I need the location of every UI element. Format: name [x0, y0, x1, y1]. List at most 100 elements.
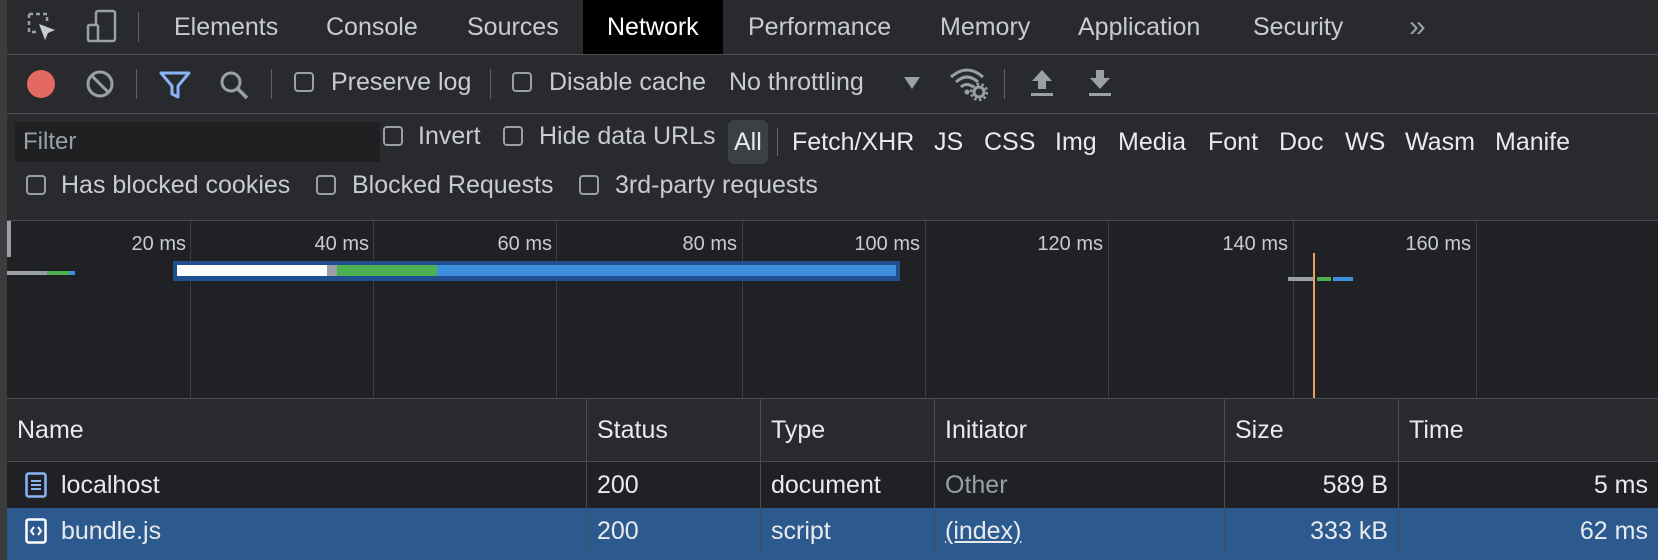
filter-type-img[interactable]: Img — [1049, 120, 1103, 164]
filter-type-ws[interactable]: WS — [1339, 120, 1391, 164]
toolbar-divider — [490, 69, 491, 99]
timeline-tick-label: 140 ms — [1222, 233, 1288, 255]
network-overview-timeline[interactable]: 20 ms 40 ms 60 ms 80 ms 100 ms 120 ms 14… — [7, 221, 1658, 399]
timeline-tick-label: 160 ms — [1405, 233, 1471, 255]
blocked-requests-checkbox[interactable] — [316, 175, 336, 195]
devtools-network-panel: Elements Console Sources Network Perform… — [7, 0, 1658, 560]
timeline-gridline — [925, 221, 926, 398]
column-header-type[interactable]: Type — [761, 399, 935, 461]
toolbar-divider — [1004, 69, 1005, 99]
timeline-bar-bundle-download — [437, 265, 896, 276]
cell-initiator: Other — [935, 462, 1225, 508]
tab-application[interactable]: Application — [1054, 0, 1224, 54]
filter-type-fetch-xhr[interactable]: Fetch/XHR — [786, 120, 920, 164]
timeline-gridline — [556, 221, 557, 398]
timeline-tick-label: 100 ms — [854, 233, 920, 255]
cell-size: 333 kB — [1225, 508, 1399, 554]
timeline-gridline — [1476, 221, 1477, 398]
column-header-name[interactable]: Name — [7, 399, 587, 461]
column-header-time[interactable]: Time — [1399, 399, 1658, 461]
tab-memory[interactable]: Memory — [916, 0, 1054, 54]
timeline-bar-localhost-download — [69, 271, 75, 275]
filter-type-font[interactable]: Font — [1202, 120, 1264, 164]
import-har-icon[interactable] — [1028, 67, 1056, 99]
disable-cache-checkbox[interactable] — [512, 72, 532, 92]
tabbar-divider — [138, 12, 139, 42]
timeline-bar-localhost-queue — [7, 271, 47, 275]
search-icon[interactable] — [218, 69, 250, 101]
invert-checkbox[interactable] — [383, 126, 403, 146]
timeline-bar-late-download — [1333, 277, 1353, 281]
timeline-gridline — [1108, 221, 1109, 398]
network-toolbar: Preserve log Disable cache No throttling — [7, 55, 1658, 114]
devtools-tab-bar: Elements Console Sources Network Perform… — [7, 0, 1658, 55]
dropdown-arrow-icon — [903, 75, 921, 91]
timeline-gridline — [190, 221, 191, 398]
column-header-status[interactable]: Status — [587, 399, 761, 461]
has-blocked-cookies-checkbox[interactable] — [26, 175, 46, 195]
tab-elements[interactable]: Elements — [150, 0, 302, 54]
cell-size: 589 B — [1225, 462, 1399, 508]
hide-data-urls-checkbox[interactable] — [503, 126, 523, 146]
toolbar-divider — [271, 69, 272, 99]
throttling-value: No throttling — [729, 68, 864, 96]
requests-table: Name Status Type Initiator Size Time loc… — [7, 399, 1658, 560]
table-row[interactable]: localhost 200 document Other 589 B 5 ms — [7, 462, 1658, 508]
filter-type-doc[interactable]: Doc — [1273, 120, 1329, 164]
timeline-selection-handle[interactable] — [7, 221, 11, 257]
load-event-marker — [1313, 253, 1315, 398]
column-header-initiator[interactable]: Initiator — [935, 399, 1225, 461]
export-har-icon[interactable] — [1086, 67, 1114, 99]
timeline-bar-late-queue — [1288, 277, 1315, 281]
tab-sources[interactable]: Sources — [443, 0, 583, 54]
panel-left-edge — [0, 0, 7, 560]
filter-input[interactable] — [15, 122, 380, 162]
preserve-log-label: Preserve log — [331, 68, 472, 96]
filter-type-all[interactable]: All — [728, 120, 768, 164]
third-party-requests-label: 3rd-party requests — [615, 171, 818, 199]
filter-type-js[interactable]: JS — [928, 120, 969, 164]
cell-type: document — [761, 462, 935, 508]
timeline-tick-label: 20 ms — [131, 233, 186, 255]
tab-security[interactable]: Security — [1229, 0, 1367, 54]
tab-network[interactable]: Network — [583, 0, 723, 54]
timeline-tick-label: 40 ms — [314, 233, 369, 255]
throttling-select[interactable]: No throttling — [729, 63, 929, 105]
preserve-log-checkbox[interactable] — [294, 72, 314, 92]
cell-status: 200 — [587, 462, 761, 508]
invert-label: Invert — [418, 122, 481, 150]
filter-icon[interactable] — [158, 69, 192, 101]
has-blocked-cookies-label: Has blocked cookies — [61, 171, 291, 199]
blocked-requests-label: Blocked Requests — [352, 171, 554, 199]
inspect-element-icon[interactable] — [25, 10, 59, 44]
filter-bar: Invert Hide data URLs All Fetch/XHR JS C… — [7, 114, 1658, 221]
tab-console[interactable]: Console — [302, 0, 442, 54]
filter-type-media[interactable]: Media — [1112, 120, 1192, 164]
cell-initiator: (index) — [935, 508, 1225, 554]
timeline-bar-bundle-queue — [327, 265, 337, 276]
filter-type-wasm[interactable]: Wasm — [1399, 120, 1481, 164]
timeline-bar-bundle-stalled — [177, 265, 327, 276]
network-conditions-icon[interactable] — [948, 65, 988, 101]
third-party-requests-checkbox[interactable] — [579, 175, 599, 195]
table-row-selected[interactable]: bundle.js 200 script (index) 333 kB 62 m… — [7, 508, 1658, 560]
initiator-link[interactable]: (index) — [945, 517, 1021, 545]
cell-name: bundle.js — [7, 508, 587, 554]
timeline-tick-label: 60 ms — [497, 233, 552, 255]
hide-data-urls-label: Hide data URLs — [539, 122, 716, 150]
filter-divider — [777, 128, 778, 156]
record-icon[interactable] — [26, 69, 56, 99]
clear-icon[interactable] — [85, 69, 115, 99]
more-tabs-button[interactable]: » — [1385, 0, 1450, 54]
cell-time: 62 ms — [1579, 517, 1648, 545]
column-header-size[interactable]: Size — [1225, 399, 1399, 461]
tab-performance[interactable]: Performance — [724, 0, 915, 54]
timeline-tick-label: 120 ms — [1037, 233, 1103, 255]
timeline-gridline — [373, 221, 374, 398]
disable-cache-label: Disable cache — [549, 68, 707, 96]
table-header: Name Status Type Initiator Size Time — [7, 399, 1658, 462]
filter-type-css[interactable]: CSS — [978, 120, 1041, 164]
timeline-bar-late-wait — [1317, 277, 1331, 281]
device-toolbar-icon[interactable] — [85, 8, 119, 46]
filter-type-manifest[interactable]: Manife — [1489, 120, 1576, 164]
